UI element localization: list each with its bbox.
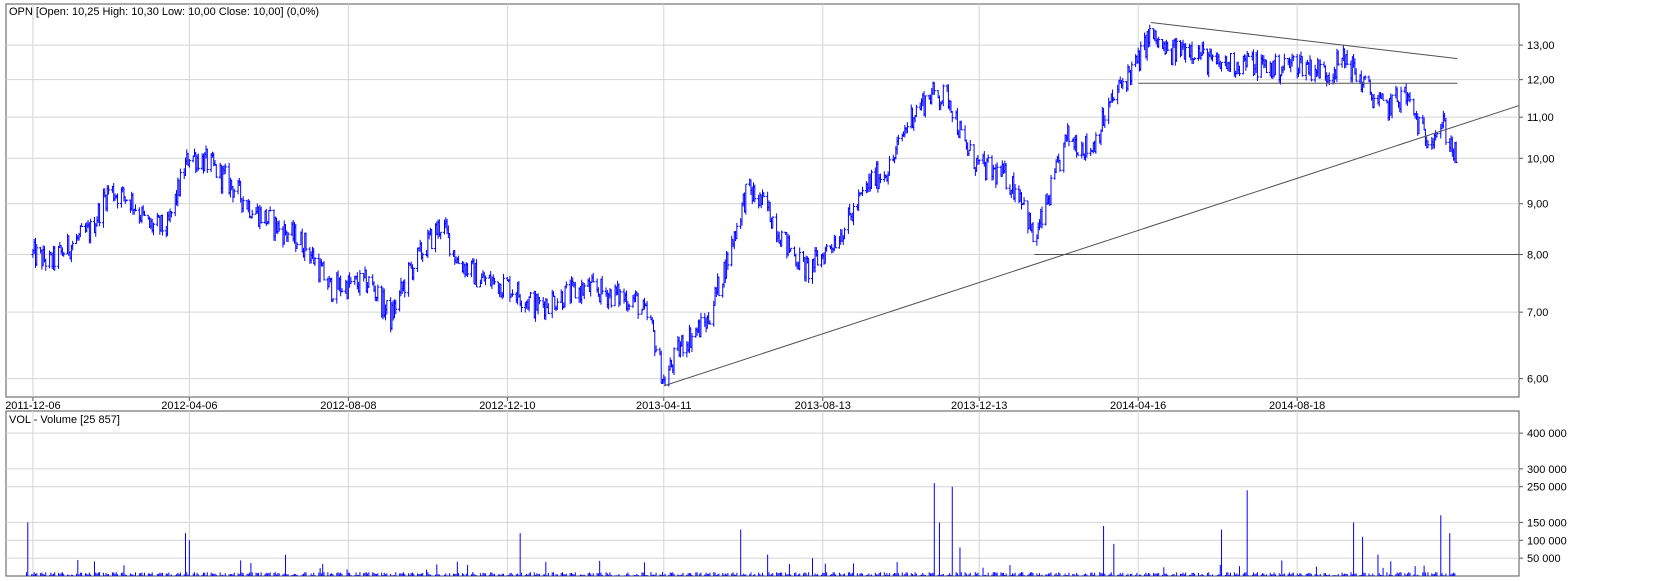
y-tick-label: 9,00: [1527, 199, 1548, 211]
volume-y-tick-label: 50 000: [1527, 553, 1561, 565]
y-tick-label: 10,00: [1527, 153, 1555, 165]
x-tick-label: 2013-04-11: [636, 400, 691, 412]
x-tick-label: 2013-12-13: [951, 400, 1007, 412]
x-tick-label: 2014-04-16: [1110, 400, 1166, 412]
stock-chart: 2011-12-06 2012-04-06 2012-08-08 2012-12-10…: [5, 3, 1567, 577]
y-tick-label: 13,00: [1527, 40, 1555, 52]
price-panel-title: OPN [Open: 10,25 High: 10,30 Low: 10,00 …: [9, 6, 319, 18]
x-tick-label: 2012-12-10: [479, 400, 535, 412]
y-tick-label: 11,00: [1527, 112, 1554, 124]
volume-panel-title: VOL - Volume [25 857]: [9, 414, 120, 426]
y-tick-label: 8,00: [1527, 250, 1548, 262]
y-tick-label: 12,00: [1527, 75, 1555, 87]
x-tick-label: 2012-04-06: [161, 400, 217, 412]
volume-panel: [5, 410, 1520, 577]
y-tick-label: 7,00: [1527, 307, 1548, 319]
x-tick-label: 2014-08-18: [1269, 400, 1325, 412]
volume-y-tick-label: 250 000: [1527, 482, 1567, 494]
x-tick-label: 2011-12-06: [5, 400, 60, 412]
volume-y-tick-label: 100 000: [1527, 535, 1567, 547]
volume-y-tick-label: 300 000: [1527, 464, 1567, 476]
x-tick-label: 2012-08-08: [320, 400, 376, 412]
volume-y-tick-label: 150 000: [1527, 517, 1567, 529]
volume-y-tick-label: 400 000: [1527, 428, 1567, 440]
y-tick-label: 6,00: [1527, 374, 1548, 386]
x-tick-label: 2013-08-13: [795, 400, 851, 412]
